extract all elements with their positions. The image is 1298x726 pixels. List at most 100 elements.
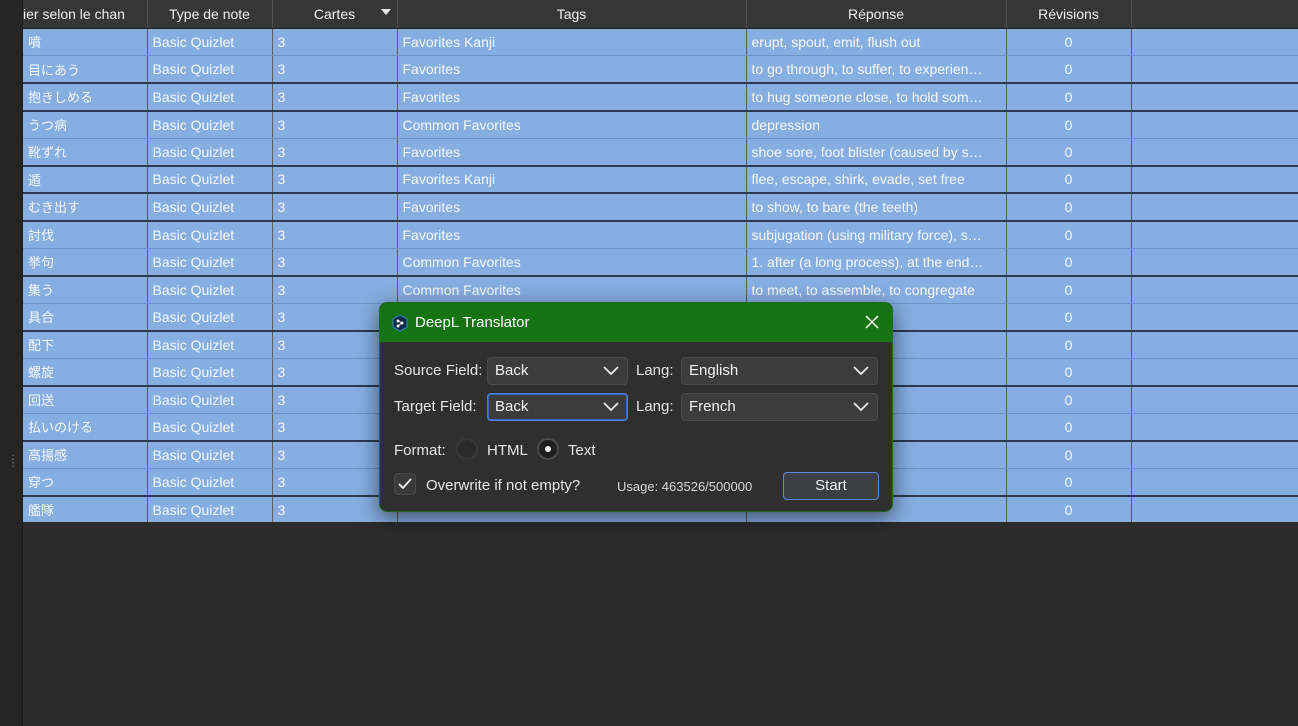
cell-sort-field[interactable]: 抱きしめる	[23, 83, 148, 112]
cell-reviews[interactable]: 0	[1006, 330, 1132, 359]
cell-sort-field[interactable]: 遁	[23, 165, 148, 194]
cell-note-type[interactable]: Basic Quizlet	[147, 440, 273, 469]
cell-note-type[interactable]: Basic Quizlet	[147, 413, 273, 442]
cell-sort-field[interactable]: 討伐	[23, 220, 148, 249]
cell-cards[interactable]: 3	[272, 83, 398, 112]
column-header-tags[interactable]: Tags	[397, 0, 747, 29]
cell-tags[interactable]: Favorites	[397, 138, 747, 167]
table-row[interactable]: 目にあう Basic Quizlet 3 Favorites to go through…	[23, 55, 1298, 84]
cell-cards[interactable]: 3	[272, 220, 398, 249]
cell-reviews[interactable]: 0	[1006, 495, 1132, 522]
table-row[interactable]: むき出す Basic Quizlet 3 Favorites to show, to b…	[23, 193, 1298, 222]
table-row[interactable]: 噴 Basic Quizlet 3 Favorites Kanji erupt, spo…	[23, 28, 1298, 56]
cell-answer[interactable]: to hug someone close, to hold som…	[746, 83, 1007, 112]
cell-empty[interactable]	[1131, 495, 1298, 522]
cell-note-type[interactable]: Basic Quizlet	[147, 28, 273, 56]
column-header-note-type[interactable]: Type de note	[147, 0, 273, 29]
cell-tags[interactable]: Common Favorites	[397, 275, 747, 304]
cell-reviews[interactable]: 0	[1006, 55, 1132, 84]
cell-answer[interactable]: to go through, to suffer, to experien…	[746, 55, 1007, 84]
table-row[interactable]: 遁 Basic Quizlet 3 Favorites Kanji flee, esca…	[23, 165, 1298, 194]
cell-reviews[interactable]: 0	[1006, 193, 1132, 222]
cell-note-type[interactable]: Basic Quizlet	[147, 330, 273, 359]
table-row[interactable]: うつ病 Basic Quizlet 3 Common Favorites depress…	[23, 110, 1298, 139]
cell-note-type[interactable]: Basic Quizlet	[147, 248, 273, 277]
cell-tags[interactable]: Favorites	[397, 55, 747, 84]
cell-empty[interactable]	[1131, 193, 1298, 222]
cell-sort-field[interactable]: 配下	[23, 330, 148, 359]
cell-cards[interactable]: 3	[272, 275, 398, 304]
cell-reviews[interactable]: 0	[1006, 440, 1132, 469]
target-field-select[interactable]: Back	[487, 393, 628, 421]
cell-note-type[interactable]: Basic Quizlet	[147, 193, 273, 222]
cell-reviews[interactable]: 0	[1006, 83, 1132, 112]
start-button[interactable]: Start	[783, 472, 879, 500]
cell-empty[interactable]	[1131, 138, 1298, 167]
cell-reviews[interactable]: 0	[1006, 275, 1132, 304]
table-row[interactable]: 挙句 Basic Quizlet 3 Common Favorites 1. after…	[23, 248, 1298, 277]
cell-note-type[interactable]: Basic Quizlet	[147, 385, 273, 414]
format-html-radio[interactable]	[456, 438, 478, 460]
cell-empty[interactable]	[1131, 165, 1298, 194]
cell-cards[interactable]: 3	[272, 248, 398, 277]
cell-sort-field[interactable]: 具合	[23, 303, 148, 332]
cell-empty[interactable]	[1131, 248, 1298, 277]
cell-reviews[interactable]: 0	[1006, 28, 1132, 56]
cell-answer[interactable]: subjugation (using military force), s…	[746, 220, 1007, 249]
cell-answer[interactable]: 1. after (a long process), at the end…	[746, 248, 1007, 277]
cell-cards[interactable]: 3	[272, 138, 398, 167]
cell-tags[interactable]: Common Favorites	[397, 248, 747, 277]
cell-cards[interactable]: 3	[272, 193, 398, 222]
cell-sort-field[interactable]: 回送	[23, 385, 148, 414]
cell-sort-field[interactable]: 挙句	[23, 248, 148, 277]
format-text-radio[interactable]	[537, 438, 559, 460]
cell-sort-field[interactable]: 噴	[23, 28, 148, 56]
cell-empty[interactable]	[1131, 83, 1298, 112]
column-header-reviews[interactable]: Révisions	[1006, 0, 1132, 29]
target-lang-select[interactable]: French	[681, 393, 878, 421]
cell-answer[interactable]: to show, to bare (the teeth)	[746, 193, 1007, 222]
cell-note-type[interactable]: Basic Quizlet	[147, 138, 273, 167]
cell-tags[interactable]: Common Favorites	[397, 110, 747, 139]
cell-empty[interactable]	[1131, 220, 1298, 249]
cell-note-type[interactable]: Basic Quizlet	[147, 55, 273, 84]
cell-empty[interactable]	[1131, 440, 1298, 469]
cell-note-type[interactable]: Basic Quizlet	[147, 275, 273, 304]
cell-sort-field[interactable]: 集う	[23, 275, 148, 304]
cell-note-type[interactable]: Basic Quizlet	[147, 83, 273, 112]
cell-note-type[interactable]: Basic Quizlet	[147, 358, 273, 387]
cell-answer[interactable]: depression	[746, 110, 1007, 139]
cell-empty[interactable]	[1131, 358, 1298, 387]
column-header-cards[interactable]: Cartes	[272, 0, 398, 29]
cell-reviews[interactable]: 0	[1006, 385, 1132, 414]
cell-note-type[interactable]: Basic Quizlet	[147, 495, 273, 522]
cell-sort-field[interactable]: うつ病	[23, 110, 148, 139]
cell-answer[interactable]: to meet, to assemble, to congregate	[746, 275, 1007, 304]
cell-tags[interactable]: Favorites	[397, 220, 747, 249]
cell-reviews[interactable]: 0	[1006, 468, 1132, 497]
cell-empty[interactable]	[1131, 55, 1298, 84]
cell-reviews[interactable]: 0	[1006, 220, 1132, 249]
cell-empty[interactable]	[1131, 413, 1298, 442]
cell-reviews[interactable]: 0	[1006, 303, 1132, 332]
cell-reviews[interactable]: 0	[1006, 358, 1132, 387]
column-header-sort-field[interactable]: ier selon le chan	[23, 0, 148, 29]
cell-tags[interactable]: Favorites Kanji	[397, 28, 747, 56]
source-lang-select[interactable]: English	[681, 357, 878, 385]
cell-empty[interactable]	[1131, 330, 1298, 359]
table-row[interactable]: 靴ずれ Basic Quizlet 3 Favorites shoe sore, foo…	[23, 138, 1298, 167]
cell-sort-field[interactable]: 艦隊	[23, 495, 148, 522]
cell-empty[interactable]	[1131, 385, 1298, 414]
cell-cards[interactable]: 3	[272, 110, 398, 139]
cell-answer[interactable]: erupt, spout, emit, flush out	[746, 28, 1007, 56]
cell-sort-field[interactable]: 高揚感	[23, 440, 148, 469]
cell-note-type[interactable]: Basic Quizlet	[147, 468, 273, 497]
cell-sort-field[interactable]: 靴ずれ	[23, 138, 148, 167]
cell-empty[interactable]	[1131, 468, 1298, 497]
cell-note-type[interactable]: Basic Quizlet	[147, 220, 273, 249]
overwrite-checkbox[interactable]	[394, 473, 416, 495]
cell-empty[interactable]	[1131, 303, 1298, 332]
cell-answer[interactable]: flee, escape, shirk, evade, set free	[746, 165, 1007, 194]
cell-note-type[interactable]: Basic Quizlet	[147, 110, 273, 139]
table-row[interactable]: 抱きしめる Basic Quizlet 3 Favorites to hug someo…	[23, 83, 1298, 112]
